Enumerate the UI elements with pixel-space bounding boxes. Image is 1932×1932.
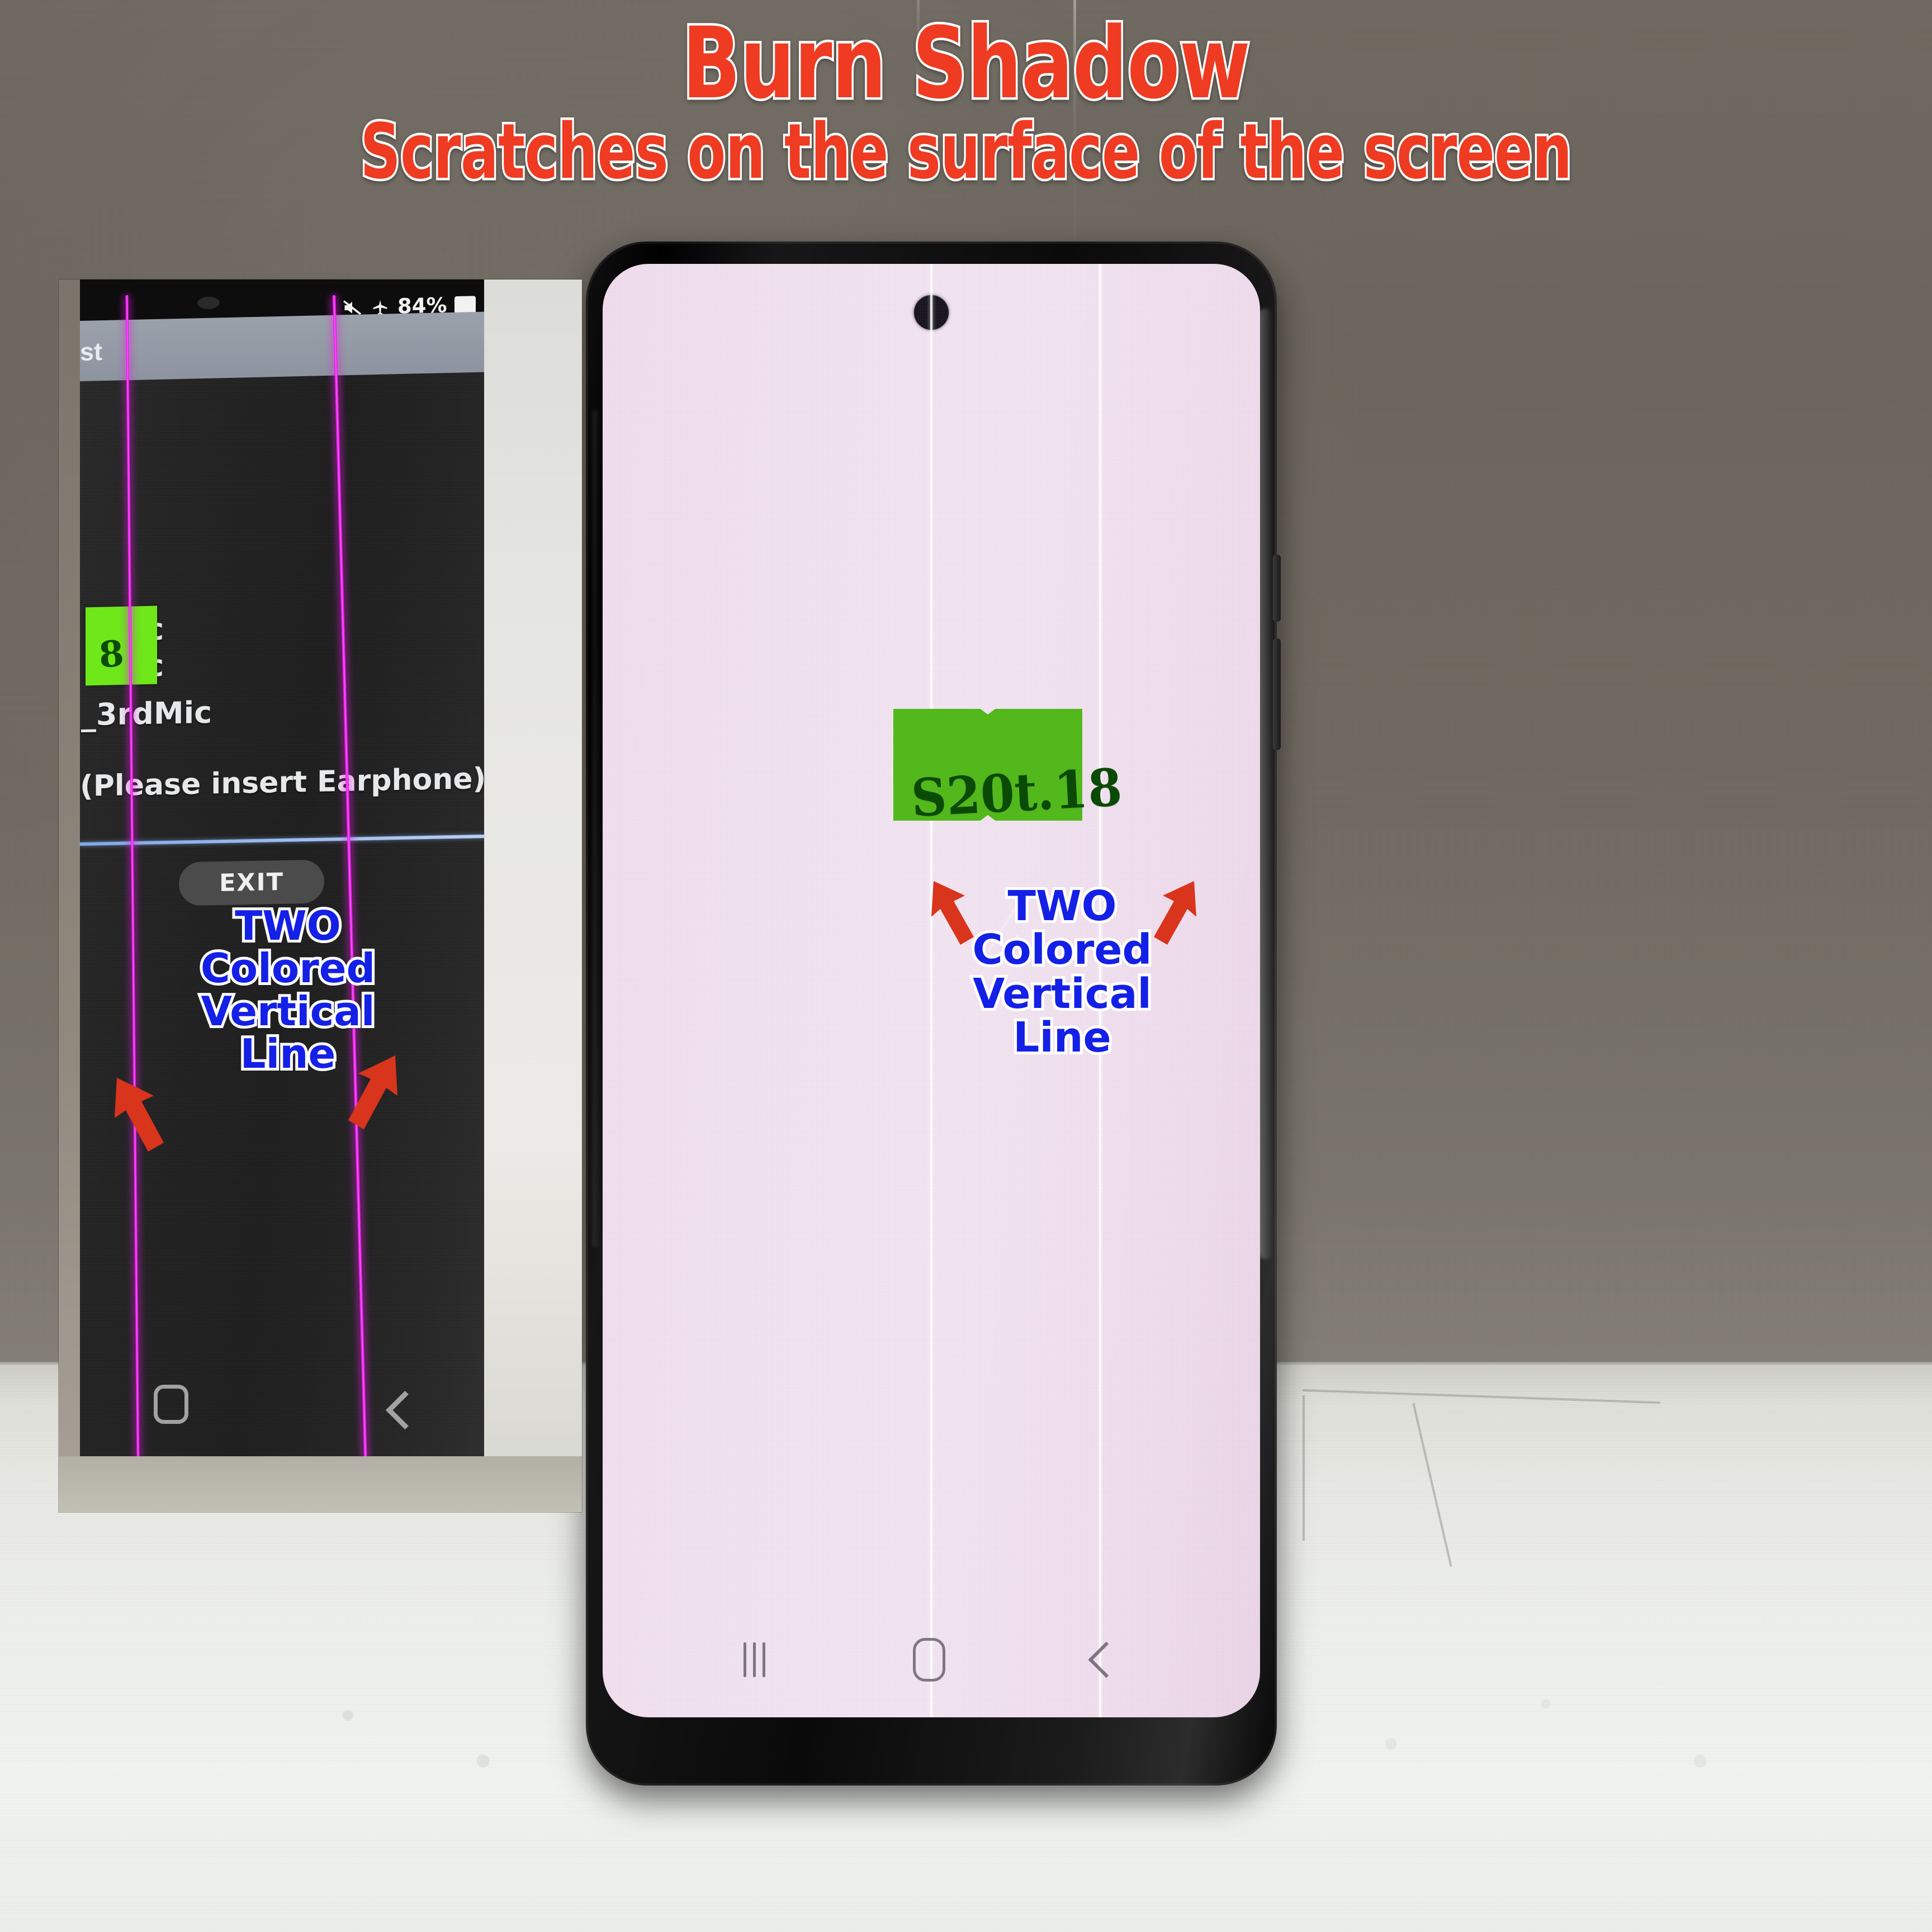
inset-app-bar: st <box>80 311 484 381</box>
phone-edge-highlight <box>593 409 600 1248</box>
pointer-arrow-icon <box>293 1051 400 1157</box>
phone-device: S20t.18 <box>586 242 1281 1786</box>
battery-icon <box>454 295 476 314</box>
exit-button[interactable]: EXIT <box>179 859 324 906</box>
sticker-handwritten-text: S20t.18 <box>910 757 1124 828</box>
home-icon[interactable] <box>154 1385 188 1424</box>
exit-button-label: EXIT <box>219 868 284 898</box>
green-price-sticker: S20t.18 <box>893 709 1124 828</box>
volume-button[interactable] <box>1273 638 1281 750</box>
inset-wall-strip <box>59 280 80 1512</box>
foam-crack <box>1303 1395 1305 1541</box>
back-icon[interactable] <box>1088 1641 1125 1678</box>
inset-app-bar-title: st <box>80 337 103 366</box>
inset-camera-notch-icon <box>197 296 220 310</box>
airplane-mode-icon <box>373 300 387 315</box>
inset-green-sticker: 8 <box>86 605 157 686</box>
mute-icon <box>343 300 362 315</box>
phone-screen[interactable]: S20t.18 <box>603 264 1260 1717</box>
inset-photo-left-phone: 84% st Mic Mic _3rdMic (Please insert Ea… <box>59 280 582 1512</box>
home-icon[interactable] <box>913 1638 946 1682</box>
front-camera-punchhole-icon <box>914 295 949 330</box>
inset-sticker-text: 8 <box>97 632 126 677</box>
defect-vertical-line <box>930 264 932 1717</box>
pointer-arrow-icon <box>112 1073 219 1180</box>
list-item[interactable]: _3rdMic <box>81 695 212 732</box>
pointer-arrow-icon <box>930 878 1014 962</box>
foam-crack <box>1412 1403 1452 1567</box>
navigation-bar <box>603 1612 1260 1707</box>
wall-seam <box>917 0 920 112</box>
pointer-arrow-icon <box>1114 878 1197 962</box>
power-button[interactable] <box>1273 555 1281 622</box>
foam-crack <box>1303 1389 1660 1404</box>
defect-vertical-line <box>1099 264 1101 1717</box>
wall-seam <box>1073 0 1076 263</box>
recents-icon[interactable] <box>744 1642 766 1677</box>
inset-white-panel <box>484 280 582 1512</box>
inset-table-strip <box>59 1456 582 1512</box>
